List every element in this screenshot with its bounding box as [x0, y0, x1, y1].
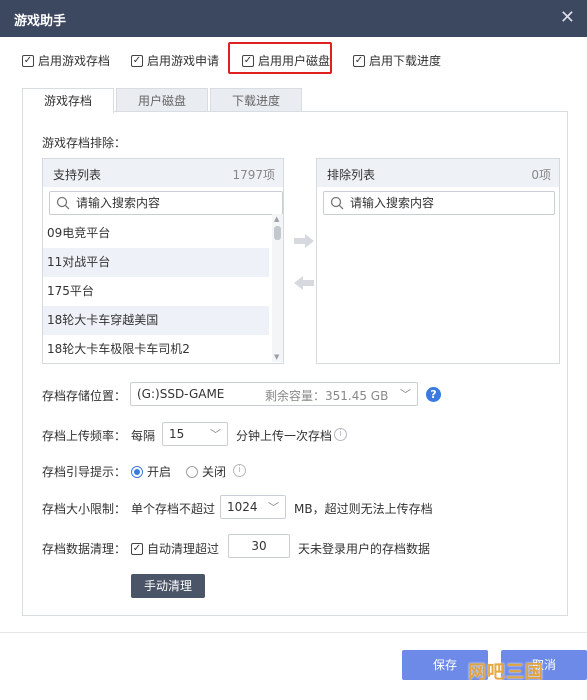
excluded-list-count: 0项	[531, 168, 551, 182]
enable-game-save-checkbox[interactable]: ✓ 启用游戏存档	[22, 52, 110, 69]
search-icon	[56, 196, 70, 210]
chevron-down-icon: ﹀	[400, 388, 411, 401]
supported-search-input[interactable]	[76, 195, 256, 211]
size-limit-value: 1024	[227, 500, 258, 514]
guide-prompt-off-radio[interactable]: 关闭	[186, 463, 226, 480]
tab-download-progress[interactable]: 下载进度	[210, 88, 302, 112]
scroll-up-icon[interactable]: ▲	[274, 215, 279, 223]
list-item[interactable]: 175平台	[43, 277, 269, 306]
list-item[interactable]: 11对战平台	[43, 248, 269, 277]
list-item[interactable]: 18轮大卡车穿越美国	[43, 306, 269, 335]
search-icon	[330, 196, 344, 210]
list-item[interactable]: 09电竞平台	[43, 219, 269, 248]
supported-list: 支持列表 1797项 09电竞平台 11对战平台 175平台 18轮大卡车穿越美…	[42, 158, 284, 364]
size-limit-suffix: MB，超过则无法上传存档	[294, 502, 433, 516]
checkbox-label: 启用下载进度	[369, 54, 442, 68]
supported-list-title: 支持列表	[53, 168, 102, 182]
supported-list-header: 支持列表 1797项	[43, 159, 283, 187]
storage-location-value: (G:)SSD-GAME	[137, 387, 225, 401]
upload-frequency-value: 15	[169, 427, 185, 441]
checkbox-checked-icon: ✓	[22, 54, 34, 67]
move-left-arrow-icon[interactable]	[292, 276, 316, 290]
upload-frequency-select[interactable]: 15 ﹀	[162, 422, 228, 446]
info-icon[interactable]: i	[233, 464, 246, 477]
size-limit-select[interactable]: 1024 ﹀	[220, 495, 286, 519]
chevron-down-icon: ﹀	[268, 501, 279, 514]
window-title: 游戏助手	[14, 14, 67, 29]
excluded-search-input[interactable]	[350, 195, 530, 211]
radio-unselected-icon	[186, 465, 198, 478]
checkbox-label: 启用用户磁盘	[258, 54, 331, 68]
upload-frequency-prefix: 每隔	[131, 429, 156, 443]
radio-label: 关闭	[202, 465, 227, 479]
cleanup-days-input[interactable]: 30	[228, 534, 290, 558]
guide-prompt-on-radio[interactable]: 开启	[131, 463, 171, 480]
tab-user-disk[interactable]: 用户磁盘	[116, 88, 208, 112]
checkbox-label: 启用游戏存档	[38, 54, 111, 68]
radio-label: 开启	[147, 465, 172, 479]
upload-frequency-suffix: 分钟上传一次存档	[236, 429, 333, 443]
footer-divider	[0, 632, 587, 633]
title-bar: 游戏助手 ✕	[0, 0, 587, 37]
checkbox-checked-icon: ✓	[353, 54, 365, 67]
auto-cleanup-checkbox[interactable]: ✓ 自动清理超过	[131, 540, 219, 557]
checkbox-checked-icon: ✓	[131, 542, 143, 555]
storage-location-label: 存档存储位置：	[42, 389, 127, 403]
checkbox-checked-icon: ✓	[131, 54, 143, 67]
scroll-down-icon[interactable]: ▼	[274, 353, 279, 361]
chevron-down-icon: ﹀	[210, 428, 221, 441]
size-limit-label: 存档大小限制：	[42, 502, 127, 516]
move-right-arrow-icon[interactable]	[292, 234, 316, 248]
upload-frequency-label: 存档上传频率：	[42, 429, 127, 443]
free-space-text: 剩余容量：351.45 GB	[265, 389, 389, 403]
excluded-list: 排除列表 0项	[316, 158, 560, 364]
watermark-logo: 网吧三国	[468, 662, 544, 683]
cleanup-suffix: 天未登录用户的存档数据	[298, 542, 431, 556]
checkbox-label: 自动清理超过	[147, 542, 220, 556]
cleanup-label: 存档数据清理：	[42, 542, 127, 556]
excluded-list-header: 排除列表 0项	[317, 159, 559, 187]
excluded-search[interactable]	[323, 191, 555, 215]
list-item[interactable]: 18轮大卡车极限卡车司机2	[43, 335, 269, 364]
exclusion-section-label: 游戏存档排除：	[42, 136, 127, 150]
supported-list-count: 1797项	[232, 168, 275, 182]
help-icon[interactable]: ?	[426, 387, 441, 402]
supported-list-scrollbar[interactable]: ▲ ▼	[272, 214, 283, 362]
guide-prompt-label: 存档引导提示：	[42, 465, 127, 479]
tab-game-save[interactable]: 游戏存档	[22, 88, 114, 113]
manual-cleanup-button[interactable]: 手动清理	[131, 574, 205, 598]
checkbox-label: 启用游戏申请	[147, 54, 220, 68]
scroll-thumb[interactable]	[274, 226, 281, 240]
info-icon[interactable]: i	[334, 428, 347, 441]
size-limit-prefix: 单个存档不超过	[131, 502, 216, 516]
enable-download-progress-checkbox[interactable]: ✓ 启用下载进度	[353, 52, 441, 69]
enable-game-request-checkbox[interactable]: ✓ 启用游戏申请	[131, 52, 219, 69]
excluded-list-title: 排除列表	[327, 168, 376, 182]
radio-selected-icon	[131, 465, 143, 478]
close-icon[interactable]: ✕	[560, 7, 575, 28]
enable-user-disk-checkbox[interactable]: ✓ 启用用户磁盘	[242, 52, 330, 69]
supported-search[interactable]	[49, 191, 283, 215]
checkbox-checked-icon: ✓	[242, 54, 254, 67]
storage-location-select[interactable]: (G:)SSD-GAME 剩余容量：351.45 GB ﹀	[130, 382, 418, 406]
